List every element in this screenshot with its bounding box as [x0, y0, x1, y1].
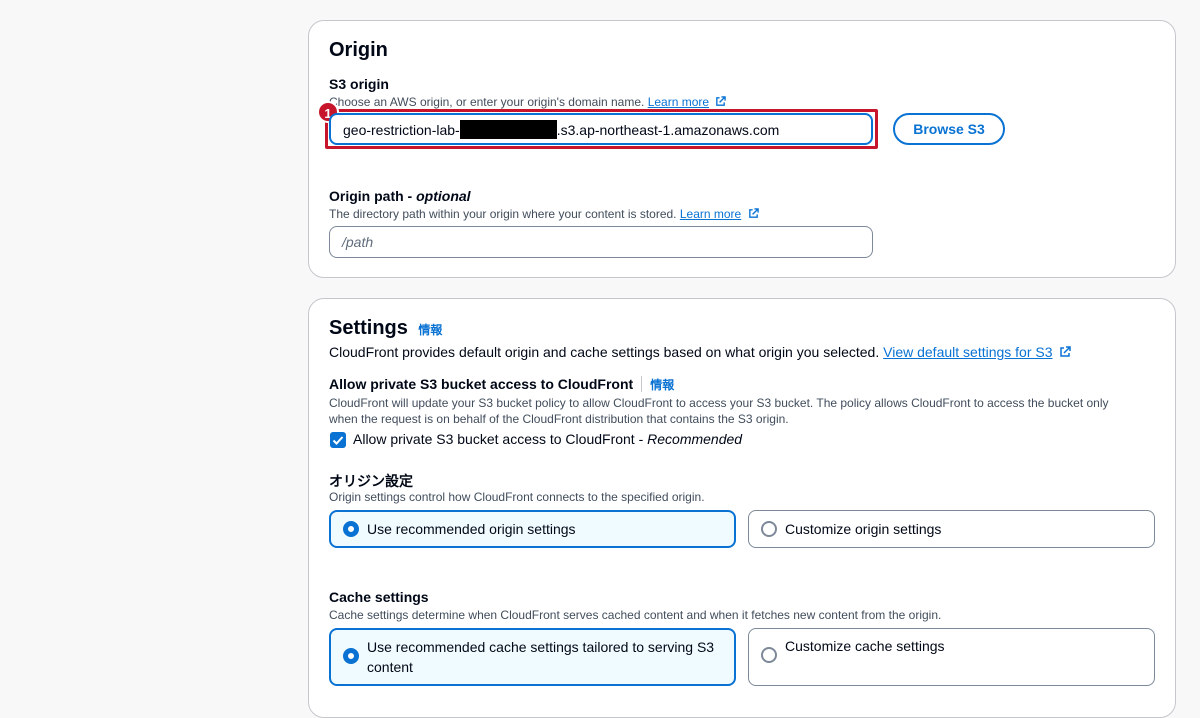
settings-title: Settings: [329, 317, 408, 339]
radio-selected: [343, 648, 359, 664]
cache-settings-label: Cache settings: [329, 589, 429, 605]
settings-intro: CloudFront provides default origin and c…: [329, 344, 1072, 360]
origin-option-recommended[interactable]: Use recommended origin settings: [329, 510, 736, 548]
radio-selected: [343, 521, 359, 537]
browse-s3-button[interactable]: Browse S3: [893, 113, 1005, 145]
learn-more-link[interactable]: Learn more: [648, 95, 709, 109]
settings-panel: Settings 情報 CloudFront provides default …: [308, 298, 1176, 718]
private-access-description: CloudFront will update your S3 bucket po…: [329, 396, 1109, 426]
private-access-checkbox-label[interactable]: Allow private S3 bucket access to CloudF…: [353, 431, 742, 447]
private-access-label: Allow private S3 bucket access to CloudF…: [329, 376, 675, 392]
cache-settings-description: Cache settings determine when CloudFront…: [329, 608, 942, 622]
divider: [641, 376, 643, 392]
checkmark-icon: [332, 436, 344, 445]
path-learn-more-link[interactable]: Learn more: [680, 207, 741, 221]
cache-option-custom[interactable]: Customize cache settings: [748, 628, 1155, 686]
redacted-block: [459, 120, 557, 139]
settings-header: Settings 情報: [329, 317, 442, 340]
origin-title: Origin: [329, 39, 388, 61]
origin-settings-label: オリジン設定: [329, 473, 413, 489]
cache-option-recommended[interactable]: Use recommended cache settings tailored …: [329, 628, 736, 686]
origin-path-description: The directory path within your origin wh…: [329, 207, 759, 221]
s3-origin-label: S3 origin: [329, 76, 389, 92]
external-link-icon: [1060, 346, 1072, 357]
origin-settings-description: Origin settings control how CloudFront c…: [329, 490, 705, 504]
private-access-checkbox[interactable]: [330, 432, 346, 448]
external-link-icon: [716, 96, 727, 106]
origin-path-input[interactable]: /path: [329, 226, 873, 258]
radio-unselected: [761, 521, 777, 537]
settings-info-link[interactable]: 情報: [418, 323, 442, 337]
private-access-info-link[interactable]: 情報: [650, 378, 674, 392]
external-link-icon: [748, 208, 759, 218]
radio-unselected: [761, 647, 777, 663]
view-default-settings-link[interactable]: View default settings for S3: [883, 344, 1052, 360]
s3-origin-input[interactable]: geo-restriction-lab- .s3.ap-northeast-1.a…: [329, 113, 873, 145]
s3-origin-description: Choose an AWS origin, or enter your orig…: [329, 95, 727, 109]
origin-panel: Origin S3 origin Choose an AWS origin, o…: [308, 20, 1176, 278]
origin-option-custom[interactable]: Customize origin settings: [748, 510, 1155, 548]
origin-path-label: Origin path - optional: [329, 188, 471, 204]
